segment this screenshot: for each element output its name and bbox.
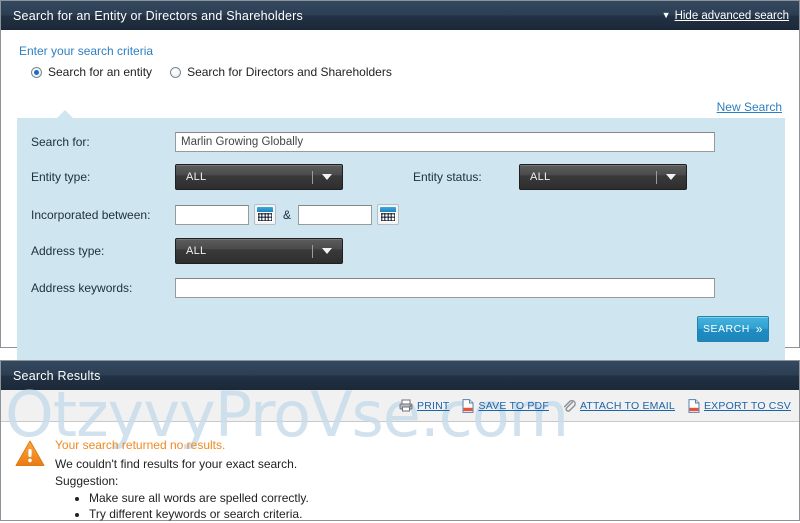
row-entity-status: Entity status: ALL xyxy=(413,164,687,190)
row-incorporated-between: Incorporated between: & xyxy=(31,204,400,225)
no-results-title: Your search returned no results. xyxy=(55,438,226,452)
radio-option-directors[interactable]: Search for Directors and Shareholders xyxy=(170,65,392,79)
paperclip-icon xyxy=(563,399,576,412)
search-button-label: SEARCH xyxy=(703,323,750,335)
callout-notch xyxy=(57,110,73,118)
chevron-down-icon: ▼ xyxy=(661,9,671,20)
results-panel-title: Search Results xyxy=(13,368,101,383)
results-panel-header: Search Results xyxy=(1,361,799,390)
incorporated-to-input[interactable] xyxy=(298,204,373,225)
csv-document-icon xyxy=(688,398,700,413)
calendar-grid xyxy=(380,212,397,222)
export-to-csv-label: EXPORT TO CSV xyxy=(703,399,791,412)
radio-directors-indicator[interactable] xyxy=(170,66,182,78)
double-chevron-right-icon: » xyxy=(755,322,763,336)
search-panel-body: Enter your search criteria Search for an… xyxy=(1,30,799,360)
results-panel: Search Results OtzyvyProVse.com PRINT SA… xyxy=(0,360,800,521)
no-results-line1: We couldn't find results for your exact … xyxy=(55,457,298,471)
incorporated-from-input[interactable] xyxy=(175,204,249,225)
address-type-value: ALL xyxy=(186,245,207,257)
date-range-separator: & xyxy=(283,207,292,222)
search-for-label: Search for: xyxy=(31,135,90,149)
entity-status-dropdown[interactable]: ALL xyxy=(519,164,687,190)
calendar-icon-from[interactable] xyxy=(254,204,276,225)
row-search-for: Search for: xyxy=(31,132,715,152)
search-button[interactable]: SEARCH » xyxy=(697,316,769,342)
radio-entity-label: Search for an entity xyxy=(48,65,153,79)
attach-to-email-label: ATTACH TO EMAIL xyxy=(579,399,675,412)
search-for-input[interactable] xyxy=(175,132,715,152)
list-item: Try different keywords or search criteri… xyxy=(89,507,309,521)
entity-type-label: Entity type: xyxy=(31,170,91,184)
printer-icon xyxy=(399,399,413,412)
print-label: PRINT xyxy=(416,399,450,412)
address-type-label: Address type: xyxy=(31,244,105,258)
search-criteria-box: Search for: Entity type: ALL Entity stat… xyxy=(17,110,785,360)
new-search-link[interactable]: New Search xyxy=(717,100,782,114)
radio-entity-indicator[interactable] xyxy=(31,66,42,78)
search-panel-header: Search for an Entity or Directors and Sh… xyxy=(1,1,799,30)
export-to-csv-button[interactable]: EXPORT TO CSV xyxy=(688,398,791,413)
row-entity-type: Entity type: ALL xyxy=(31,164,343,190)
entity-type-dropdown[interactable]: ALL xyxy=(175,164,343,190)
search-mode-radio-group: Search for an entity Search for Director… xyxy=(31,65,392,79)
search-panel-title: Search for an Entity or Directors and Sh… xyxy=(13,8,303,23)
results-panel-body: OtzyvyProVse.com PRINT SAVE TO PDF ATTAC… xyxy=(1,378,799,523)
chevron-down-icon xyxy=(322,248,332,254)
list-item: Make sure all words are spelled correctl… xyxy=(89,491,309,505)
save-to-pdf-label: SAVE TO PDF xyxy=(478,399,549,412)
dropdown-separator xyxy=(312,170,313,184)
warning-triangle-icon xyxy=(15,440,45,466)
print-button[interactable]: PRINT xyxy=(399,399,450,412)
entity-status-label: Entity status: xyxy=(413,170,482,184)
entity-status-value: ALL xyxy=(530,171,551,183)
pdf-document-icon xyxy=(462,398,474,413)
incorporated-between-label: Incorporated between: xyxy=(31,207,151,222)
attach-to-email-button[interactable]: ATTACH TO EMAIL xyxy=(562,399,675,413)
dropdown-separator xyxy=(312,244,313,258)
hide-advanced-search-label: Hide advanced search xyxy=(674,9,789,22)
results-toolbar: PRINT SAVE TO PDF ATTACH TO EMAIL EXPORT… xyxy=(1,390,799,422)
chevron-down-icon xyxy=(322,174,332,180)
calendar-grid xyxy=(257,212,273,222)
row-address-keywords: Address keywords: xyxy=(31,278,715,298)
save-to-pdf-button[interactable]: SAVE TO PDF xyxy=(462,398,549,413)
radio-directors-label: Search for Directors and Shareholders xyxy=(187,65,392,79)
hide-advanced-search-link[interactable]: ▼ Hide advanced search xyxy=(662,10,789,22)
chevron-down-icon xyxy=(666,174,676,180)
address-keywords-input[interactable] xyxy=(175,278,715,298)
no-results-message: Your search returned no results. We coul… xyxy=(1,422,799,523)
radio-option-entity[interactable]: Search for an entity xyxy=(31,65,152,79)
no-results-line2: Suggestion: xyxy=(55,474,119,488)
entity-type-value: ALL xyxy=(186,171,207,183)
suggestion-list: Make sure all words are spelled correctl… xyxy=(55,491,309,521)
criteria-heading: Enter your search criteria xyxy=(19,44,154,58)
dropdown-separator xyxy=(656,170,657,184)
row-address-type: Address type: ALL xyxy=(31,238,343,264)
calendar-icon-to[interactable] xyxy=(377,204,400,225)
address-type-dropdown[interactable]: ALL xyxy=(175,238,343,264)
search-panel: Search for an Entity or Directors and Sh… xyxy=(0,0,800,360)
address-keywords-label: Address keywords: xyxy=(31,281,133,295)
